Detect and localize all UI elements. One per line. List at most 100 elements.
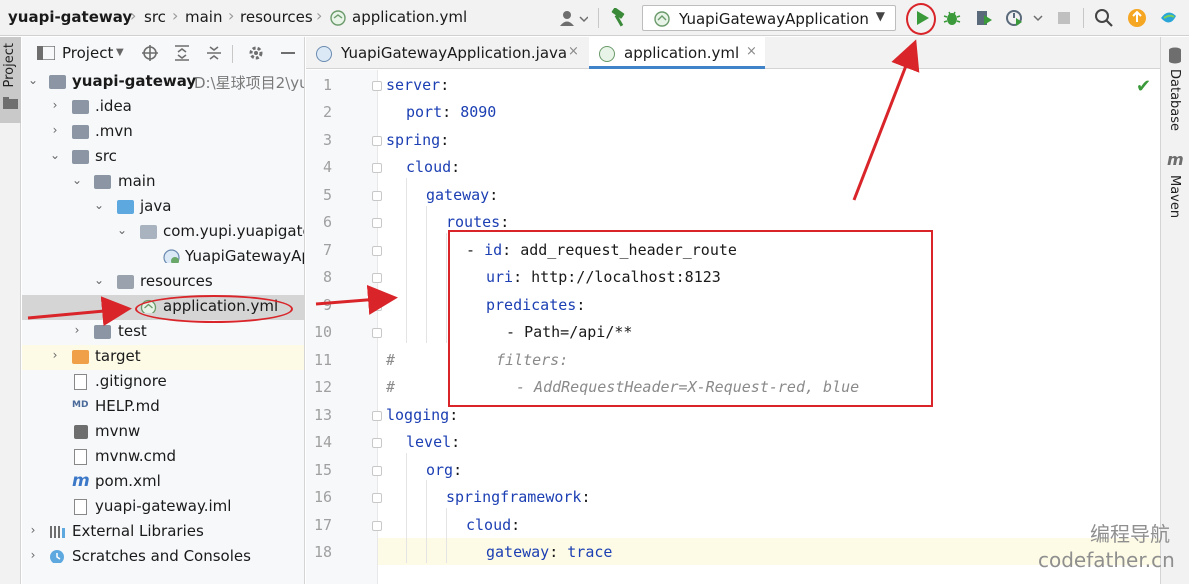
gear-icon[interactable] — [246, 41, 266, 65]
project-tool-tab-label: Project — [2, 43, 17, 88]
chevron-down-icon[interactable]: ▼ — [116, 47, 124, 58]
fold-marker[interactable] — [372, 328, 382, 338]
chevron-right-icon[interactable]: › — [48, 348, 62, 362]
user-icon[interactable] — [556, 6, 590, 30]
fold-marker[interactable] — [372, 273, 382, 283]
locate-icon[interactable] — [140, 41, 160, 65]
toolbox-icon[interactable] — [1156, 6, 1180, 30]
tree-item-label: .gitignore — [95, 372, 167, 390]
chevron-down-icon[interactable]: ⌄ — [92, 273, 106, 287]
fold-marker[interactable] — [372, 163, 382, 173]
excluded-folder-icon — [72, 350, 89, 364]
fold-marker[interactable] — [372, 246, 382, 256]
build-hammer-icon[interactable] — [607, 6, 631, 30]
coverage-icon[interactable] — [972, 6, 996, 30]
chevron-right-icon[interactable]: › — [26, 523, 40, 537]
code-line: server: — [386, 76, 450, 94]
left-tool-strip: Project — [0, 37, 21, 584]
fold-marker[interactable] — [372, 521, 382, 531]
close-icon[interactable]: × — [568, 44, 579, 59]
fold-marker[interactable] — [372, 438, 382, 448]
tree-item-src[interactable]: ⌄ src — [22, 145, 304, 170]
indent-guide — [406, 178, 407, 343]
breadcrumb-separator: › — [172, 6, 179, 25]
fold-marker[interactable] — [372, 493, 382, 503]
chevron-down-icon[interactable]: ⌄ — [70, 173, 84, 187]
tree-item-resources[interactable]: ⌄ resources — [22, 270, 304, 295]
fold-marker[interactable] — [372, 81, 382, 91]
tree-item-iml[interactable]: yuapi-gateway.iml — [22, 495, 304, 520]
breadcrumb-main[interactable]: main — [185, 8, 222, 26]
chevron-right-icon[interactable]: › — [70, 323, 84, 337]
tree-item-root[interactable]: ⌄ yuapi-gateway D:\星球项目2\yu — [22, 70, 304, 95]
fold-marker[interactable] — [372, 136, 382, 146]
close-icon[interactable]: × — [746, 44, 757, 59]
tree-item-label: yuapi-gateway — [72, 72, 197, 90]
breadcrumb-project[interactable]: yuapi-gateway — [8, 8, 132, 26]
tree-item-mvn[interactable]: › .mvn — [22, 120, 304, 145]
fold-marker[interactable] — [372, 218, 382, 228]
tree-item-external-libraries[interactable]: › External Libraries — [22, 520, 304, 545]
chevron-down-icon[interactable]: ⌄ — [26, 73, 40, 87]
project-view-label[interactable]: Project — [62, 44, 113, 62]
tree-item-java[interactable]: ⌄ java — [22, 195, 304, 220]
chevron-right-icon[interactable]: › — [48, 98, 62, 112]
markdown-icon: MD — [72, 400, 89, 410]
tree-item-idea[interactable]: › .idea — [22, 95, 304, 120]
fold-marker[interactable] — [372, 466, 382, 476]
profile-icon[interactable] — [1003, 6, 1045, 30]
expand-all-icon[interactable] — [172, 41, 192, 65]
fold-marker[interactable] — [372, 191, 382, 201]
database-tool-tab[interactable]: Database — [1167, 69, 1182, 131]
tree-item-scratches[interactable]: › Scratches and Consoles — [22, 545, 304, 570]
code-line: cloud: — [466, 516, 521, 534]
collapse-all-icon[interactable] — [204, 41, 224, 65]
project-tool-tab[interactable]: Project — [0, 37, 21, 123]
update-icon[interactable] — [1125, 6, 1149, 30]
minimize-icon[interactable] — [278, 41, 298, 65]
maven-tool-tab[interactable]: Maven — [1167, 175, 1182, 218]
folder-icon — [72, 150, 89, 164]
breadcrumb-resources[interactable]: resources — [240, 8, 313, 26]
fold-marker[interactable] — [372, 411, 382, 421]
tab-application-yml[interactable]: application.yml × — [589, 37, 765, 69]
tab-application-java[interactable]: YuapiGatewayApplication.java × — [306, 37, 588, 69]
search-icon[interactable] — [1092, 6, 1116, 30]
stop-icon[interactable] — [1052, 6, 1076, 30]
source-folder-icon — [117, 200, 134, 214]
line-number: 12 — [313, 378, 332, 396]
indent-guide — [446, 233, 447, 343]
tree-item-test[interactable]: › test — [22, 320, 304, 345]
tree-item-mvnw[interactable]: mvnw — [22, 420, 304, 445]
tree-item-gitignore[interactable]: .gitignore — [22, 370, 304, 395]
fold-marker[interactable] — [372, 301, 382, 311]
yaml-file-icon — [330, 10, 346, 26]
folder-icon — [3, 97, 18, 109]
code-line: cloud: — [406, 158, 461, 176]
breadcrumb-src[interactable]: src — [144, 8, 166, 26]
run-configuration-select[interactable]: YuapiGatewayApplication ▼ — [642, 5, 896, 31]
maven-icon: m — [1167, 150, 1184, 169]
tree-item-package[interactable]: ⌄ com.yupi.yuapigate — [22, 220, 304, 245]
tree-item-application-class[interactable]: YuapiGatewayAp — [22, 245, 304, 270]
folder-icon — [94, 175, 111, 189]
tree-item-help-md[interactable]: MD HELP.md — [22, 395, 304, 420]
package-icon — [140, 225, 157, 239]
indent-guide — [406, 453, 407, 563]
watermark-domain: codefather.cn — [1038, 548, 1175, 572]
chevron-right-icon[interactable]: › — [48, 123, 62, 137]
tree-item-pom-xml[interactable]: m pom.xml — [22, 470, 304, 495]
tree-item-main[interactable]: ⌄ main — [22, 170, 304, 195]
code-comment: # — [386, 378, 396, 396]
chevron-down-icon[interactable]: ⌄ — [48, 148, 62, 162]
check-icon: ✔ — [1136, 76, 1152, 97]
breadcrumb-file[interactable]: application.yml — [352, 8, 467, 26]
chevron-down-icon[interactable]: ⌄ — [115, 223, 129, 237]
tree-item-label: target — [95, 347, 141, 365]
chevron-down-icon[interactable]: ⌄ — [92, 198, 106, 212]
yaml-file-icon — [599, 46, 615, 62]
tree-item-target[interactable]: › target — [22, 345, 304, 370]
debug-icon[interactable] — [940, 6, 964, 30]
chevron-right-icon[interactable]: › — [26, 548, 40, 562]
tree-item-mvnw-cmd[interactable]: mvnw.cmd — [22, 445, 304, 470]
